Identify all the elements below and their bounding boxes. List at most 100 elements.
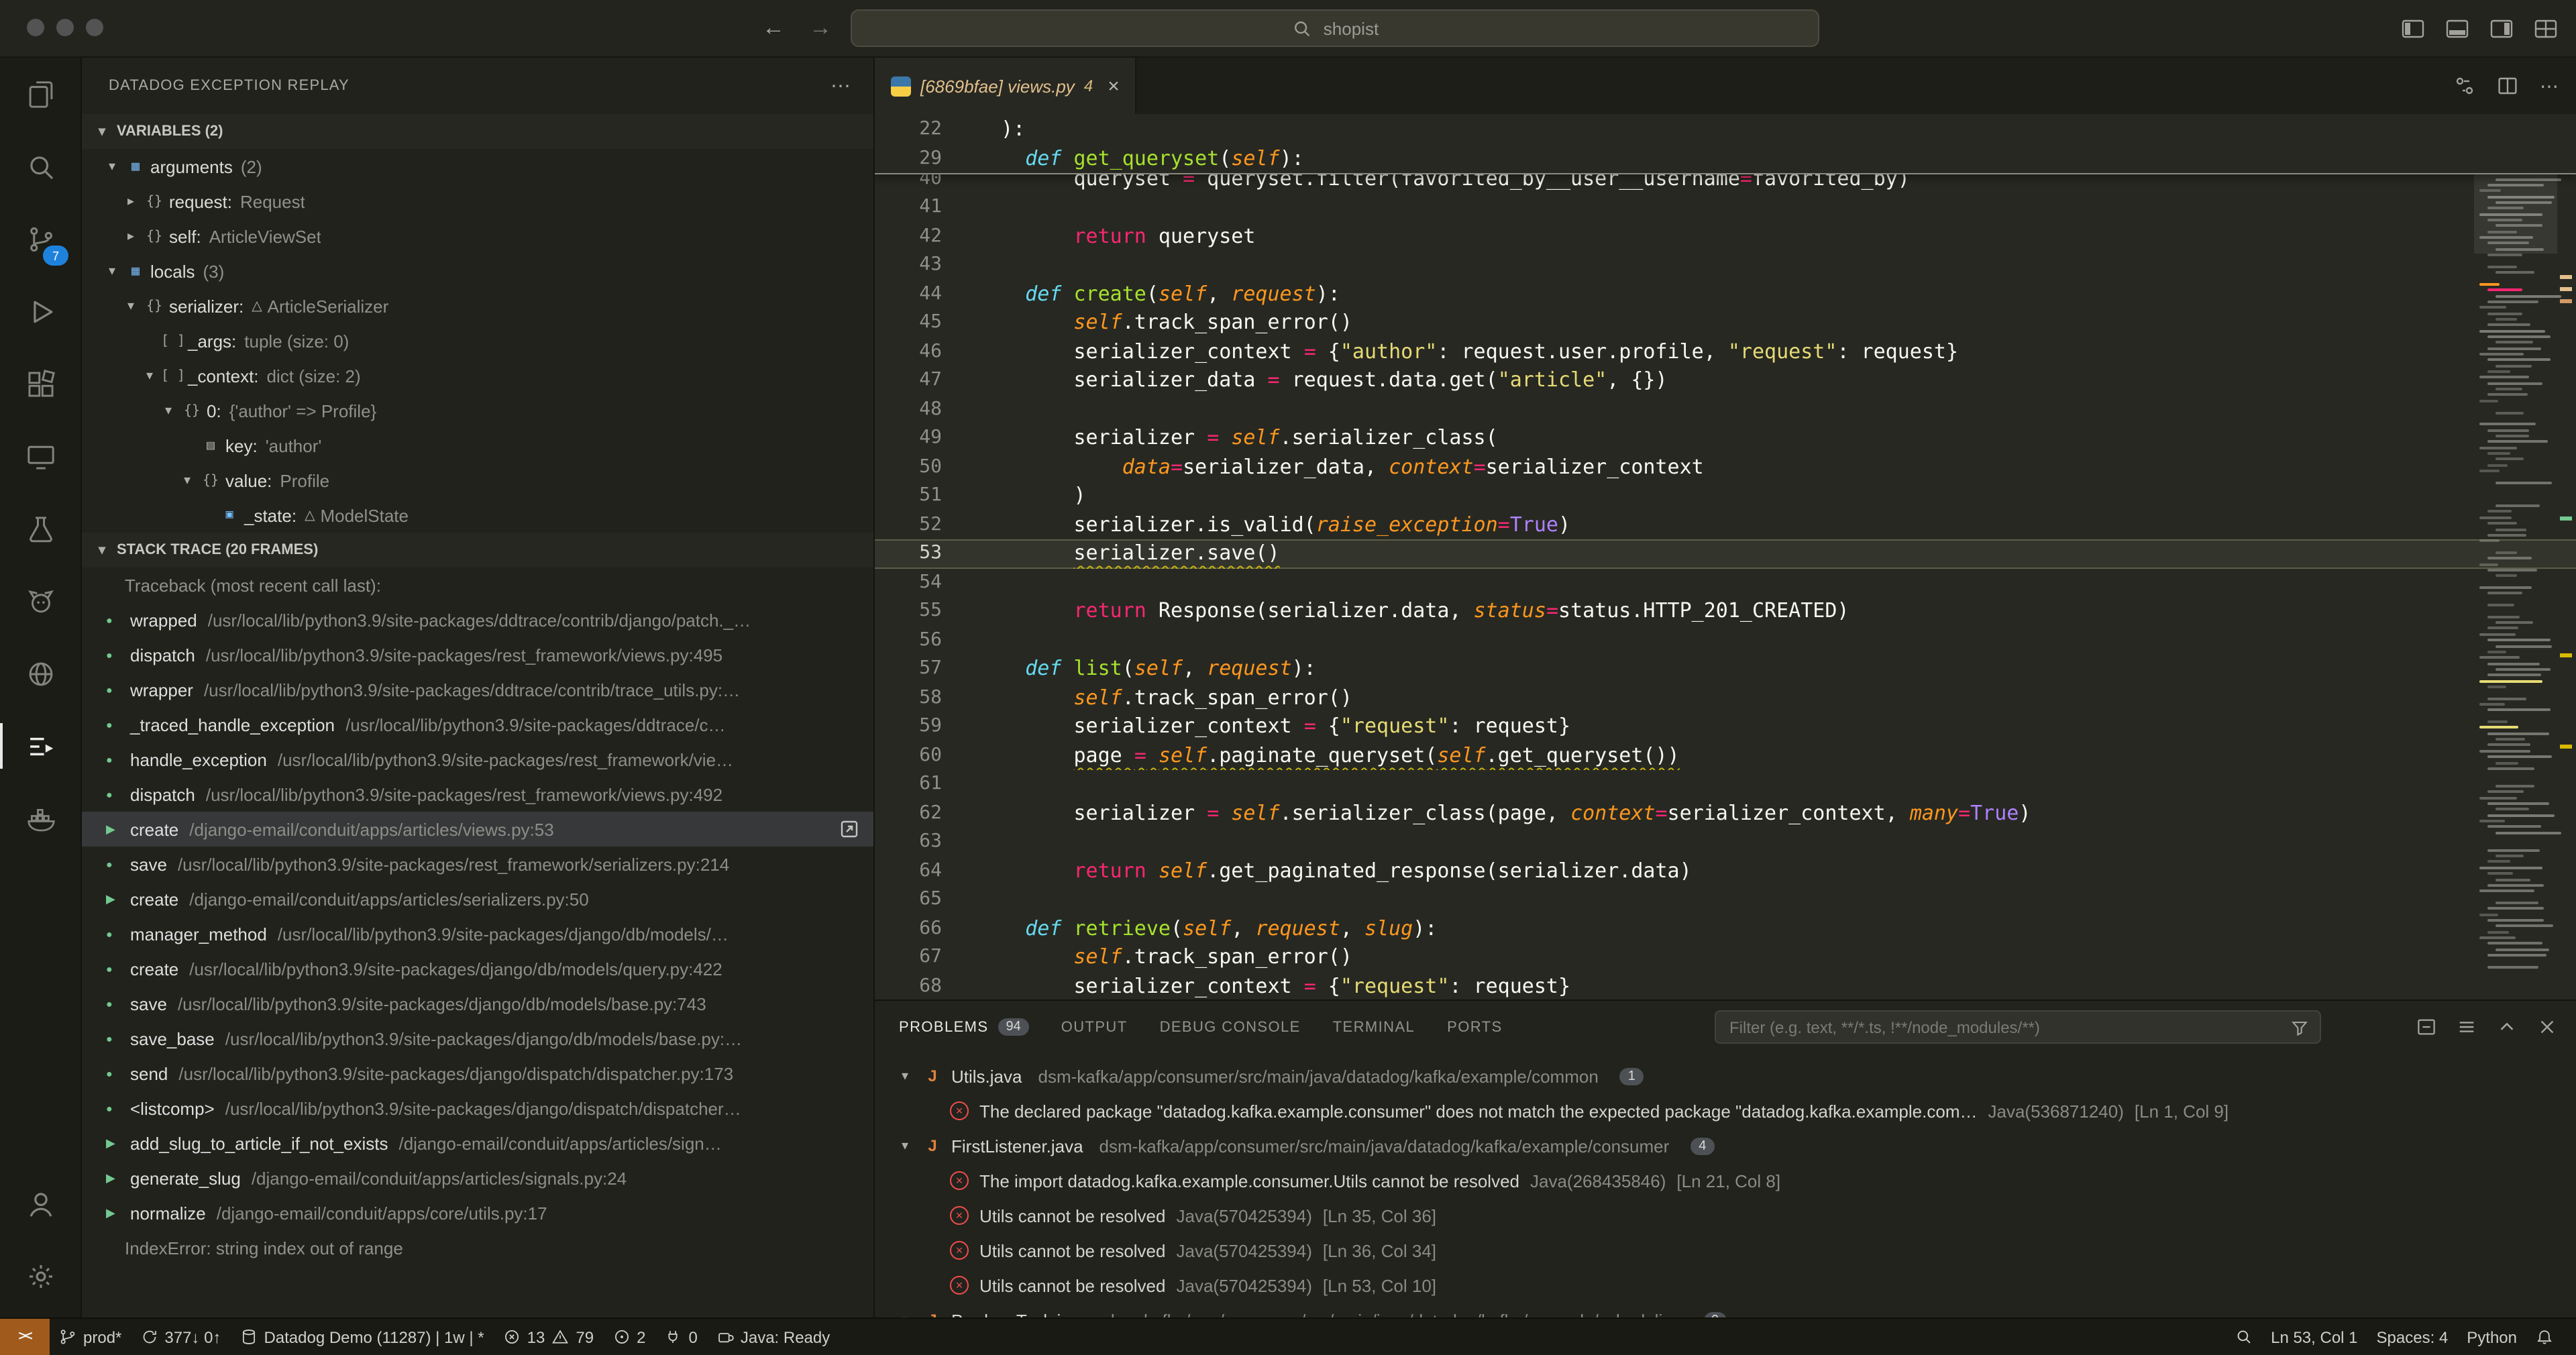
close-panel-icon[interactable]: [2537, 1017, 2557, 1037]
code-line-48[interactable]: 48: [875, 395, 2576, 424]
stack-frame-row[interactable]: ●save/usr/local/lib/python3.9/site-packa…: [82, 986, 873, 1021]
overview-ruler[interactable]: [2557, 114, 2576, 999]
code-line-29[interactable]: 29 def get_queryset(self):: [875, 144, 2576, 173]
navigate-forward-button[interactable]: →: [809, 15, 832, 42]
variable-row[interactable]: ▣_state:△ModelState: [82, 498, 873, 533]
code-line-65[interactable]: 65: [875, 885, 2576, 914]
variable-row[interactable]: ▾{}value:Profile: [82, 463, 873, 498]
problem-row[interactable]: ×The import datadog.kafka.example.consum…: [875, 1163, 2576, 1198]
chevron-down-icon[interactable]: ▾: [896, 1069, 914, 1083]
stack-frame-row[interactable]: ●save_base/usr/local/lib/python3.9/site-…: [82, 1021, 873, 1056]
stack-frame-row[interactable]: ▶add_slug_to_article_if_not_exists/djang…: [82, 1126, 873, 1160]
variables-section-header[interactable]: ▾ VARIABLES (2): [82, 114, 873, 149]
close-tab-icon[interactable]: ×: [1108, 74, 1120, 97]
navigate-back-button[interactable]: ←: [762, 15, 785, 42]
datadog-icon[interactable]: [0, 565, 80, 637]
globe-icon[interactable]: [0, 637, 80, 710]
code-line-60[interactable]: 60 page = self.paginate_queryset(self.ge…: [875, 741, 2576, 770]
stack-frame-row[interactable]: ●manager_method/usr/local/lib/python3.9/…: [82, 916, 873, 951]
chevron-right-icon[interactable]: ▸: [122, 194, 140, 209]
close-window-button[interactable]: [27, 19, 44, 36]
code-line-44[interactable]: 44 def create(self, request):: [875, 280, 2576, 309]
collapse-all-icon[interactable]: [2416, 1017, 2436, 1037]
code-line-52[interactable]: 52 serializer.is_valid(raise_exception=T…: [875, 510, 2576, 539]
problem-file-row[interactable]: ▾JFirstListener.javadsm-kafka/app/consum…: [875, 1128, 2576, 1163]
problem-row[interactable]: ×The declared package "datadog.kafka.exa…: [875, 1093, 2576, 1128]
explorer-icon[interactable]: [0, 58, 80, 130]
command-center-search[interactable]: shopist: [851, 9, 1819, 47]
code-line-58[interactable]: 58 self.track_span_error(): [875, 684, 2576, 712]
variable-row[interactable]: ▾{}0:{'author' => Profile}: [82, 393, 873, 428]
variable-row[interactable]: ▾{}serializer:△ArticleSerializer: [82, 288, 873, 323]
extensions-icon[interactable]: [0, 347, 80, 420]
sync-changes-item[interactable]: 377↓ 0↑: [131, 1319, 230, 1355]
language-mode-item[interactable]: Python: [2457, 1319, 2526, 1355]
editor-more-actions-icon[interactable]: ⋯: [2540, 74, 2560, 97]
chevron-down-icon[interactable]: ▾: [141, 368, 158, 383]
code-line-45[interactable]: 45 self.track_span_error(): [875, 309, 2576, 337]
customize-layout-icon[interactable]: [2534, 18, 2557, 38]
code-line-62[interactable]: 62 serializer = self.serializer_class(pa…: [875, 799, 2576, 828]
problems-filter-input[interactable]: [1727, 1016, 2290, 1038]
notifications-bell[interactable]: [2526, 1319, 2563, 1355]
docker-icon[interactable]: [0, 782, 80, 855]
open-file-icon[interactable]: [836, 816, 863, 843]
minimap[interactable]: [2474, 114, 2557, 999]
settings-icon[interactable]: [0, 1240, 80, 1312]
code-line-49[interactable]: 49 serializer = self.serializer_class(: [875, 424, 2576, 453]
stack-frame-row[interactable]: ●handle_exception/usr/local/lib/python3.…: [82, 742, 873, 777]
testing-icon[interactable]: [0, 492, 80, 565]
zoom-window-button[interactable]: [86, 19, 103, 36]
open-changes-icon[interactable]: [2454, 75, 2475, 97]
toggle-primary-sidebar-icon[interactable]: [2402, 18, 2424, 38]
stack-frame-row[interactable]: ●<listcomp>/usr/local/lib/python3.9/site…: [82, 1091, 873, 1126]
stack-frame-row[interactable]: ●create/usr/local/lib/python3.9/site-pac…: [82, 951, 873, 986]
remote-indicator[interactable]: ><: [0, 1319, 50, 1355]
panel-tab-problems[interactable]: PROBLEMS94: [899, 1018, 1029, 1036]
stack-frame-row[interactable]: ●send/usr/local/lib/python3.9/site-packa…: [82, 1056, 873, 1091]
stack-frame-row[interactable]: ●dispatch/usr/local/lib/python3.9/site-p…: [82, 637, 873, 672]
chevron-down-icon[interactable]: ▾: [896, 1138, 914, 1153]
code-line-56[interactable]: 56: [875, 626, 2576, 655]
toggle-secondary-sidebar-icon[interactable]: [2490, 18, 2513, 38]
chevron-down-icon[interactable]: ▾: [103, 264, 121, 278]
variable-row[interactable]: [ ]_args:tuple (size: 0): [82, 323, 873, 358]
problem-row[interactable]: ×Utils cannot be resolvedJava(570425394)…: [875, 1198, 2576, 1233]
problems-filter[interactable]: [1715, 1010, 2321, 1044]
remote-explorer-icon[interactable]: [0, 420, 80, 492]
code-line-61[interactable]: 61: [875, 770, 2576, 799]
split-editor-icon[interactable]: [2497, 75, 2518, 97]
stack-frame-row[interactable]: ●wrapped/usr/local/lib/python3.9/site-pa…: [82, 602, 873, 637]
variable-row[interactable]: ▾▦arguments(2): [82, 149, 873, 184]
stack-frame-row[interactable]: ▶normalize/django-email/conduit/apps/cor…: [82, 1195, 873, 1230]
variable-row[interactable]: ▤key:'author': [82, 428, 873, 463]
chevron-down-icon[interactable]: ▾: [103, 159, 121, 174]
search-icon[interactable]: [0, 130, 80, 203]
java-status-item[interactable]: Java: Ready: [707, 1319, 839, 1355]
problem-row[interactable]: ×Utils cannot be resolvedJava(570425394)…: [875, 1268, 2576, 1303]
chevron-right-icon[interactable]: ▸: [122, 229, 140, 243]
stack-frame-row[interactable]: ●dispatch/usr/local/lib/python3.9/site-p…: [82, 777, 873, 812]
code-line-54[interactable]: 54: [875, 568, 2576, 597]
code-line-64[interactable]: 64 return self.get_paginated_response(se…: [875, 857, 2576, 885]
accounts-icon[interactable]: [0, 1167, 80, 1240]
tab-views-py[interactable]: [6869bfae] views.py 4 ×: [875, 58, 1137, 114]
stack-frame-row[interactable]: ●_traced_handle_exception/usr/local/lib/…: [82, 707, 873, 742]
toggle-panel-icon[interactable]: [2446, 18, 2469, 38]
variable-row[interactable]: ▸{}self:ArticleViewSet: [82, 219, 873, 254]
code-line-68[interactable]: 68 serializer_context = {"request": requ…: [875, 972, 2576, 999]
code-line-63[interactable]: 63: [875, 828, 2576, 857]
datadog-demo-item[interactable]: Datadog Demo (11287) | 1w | *: [230, 1319, 493, 1355]
code-editor[interactable]: 22 ):29 def get_queryset(self): 40 query…: [875, 114, 2576, 999]
sidebar-more-actions-icon[interactable]: ⋯: [830, 74, 852, 98]
exception-replay-icon[interactable]: [0, 710, 80, 782]
run-and-debug-icon[interactable]: [0, 275, 80, 347]
minimize-window-button[interactable]: [56, 19, 74, 36]
chevron-down-icon[interactable]: ▾: [122, 299, 140, 313]
problems-status-item[interactable]: 13 79: [494, 1319, 603, 1355]
variable-row[interactable]: ▾[ ]_context:dict (size: 2): [82, 358, 873, 393]
panel-tab-ports[interactable]: PORTS: [1447, 1019, 1502, 1035]
panel-tab-debug-console[interactable]: DEBUG CONSOLE: [1160, 1019, 1301, 1035]
code-line-67[interactable]: 67 self.track_span_error(): [875, 943, 2576, 972]
panel-tab-terminal[interactable]: TERMINAL: [1333, 1019, 1415, 1035]
